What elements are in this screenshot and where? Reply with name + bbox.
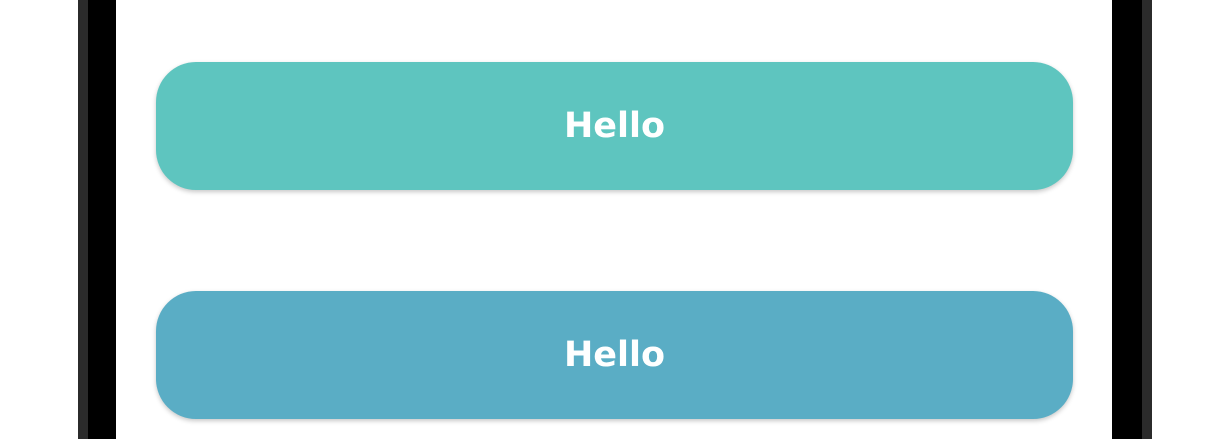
app-screen: Hello Hello (116, 0, 1112, 439)
hello-button-primary[interactable]: Hello (156, 62, 1073, 190)
device-bezel-right (1142, 0, 1152, 439)
device-bezel-left (78, 0, 88, 439)
hello-button-secondary[interactable]: Hello (156, 291, 1073, 419)
